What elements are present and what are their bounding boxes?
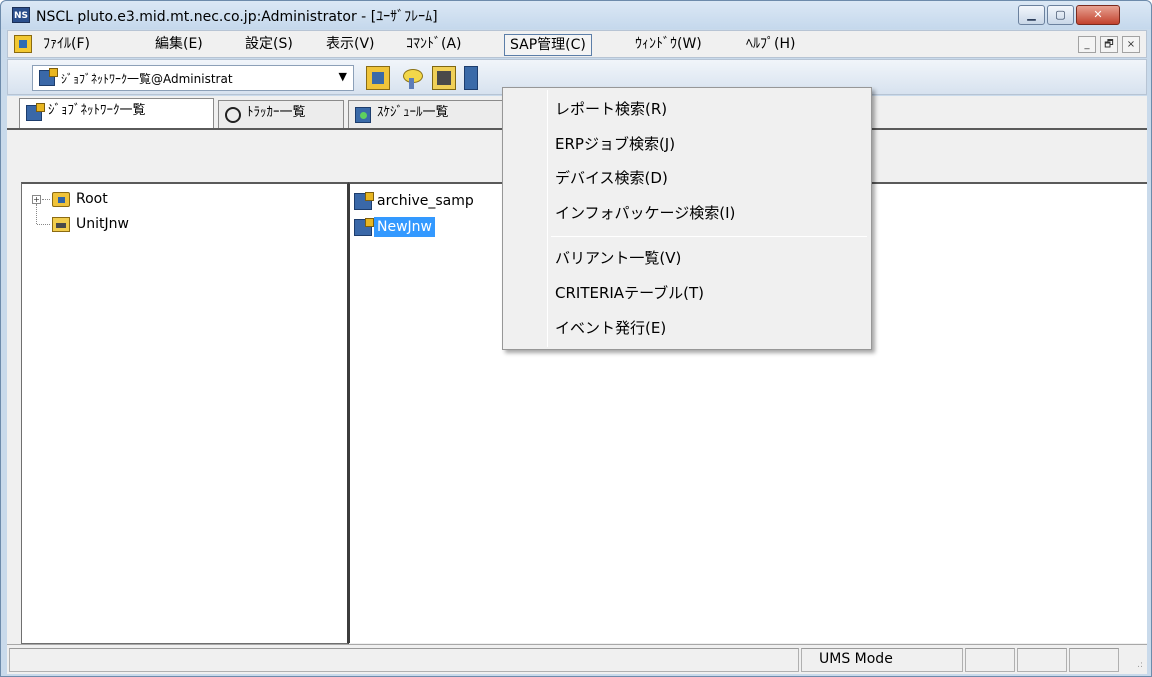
tab-label: ｼﾞｮﾌﾞﾈｯﾄﾜｰｸ一覧 (48, 103, 146, 118)
list-item-selected[interactable]: NewJnw (354, 217, 435, 239)
menu-item-criteria-table[interactable]: CRITERIAテーブル(T) (555, 280, 704, 306)
chevron-down-icon[interactable]: ▼ (339, 70, 347, 83)
mdi-restore-button[interactable]: 🗗 (1100, 36, 1118, 53)
status-bar: UMS Mode .: (7, 644, 1147, 674)
view-selector-combo[interactable]: ｼﾞｮﾌﾞﾈｯﾄﾜｰｸ一覧@Administrat ▼ (32, 65, 354, 91)
key-icon[interactable] (400, 66, 424, 90)
minimize-icon: ▁ (1027, 8, 1036, 21)
maximize-button[interactable]: ▢ (1047, 5, 1074, 25)
schedule-icon (355, 107, 371, 123)
close-icon: ✕ (1093, 8, 1103, 21)
tree-connector (36, 204, 37, 224)
tree-connector (37, 224, 50, 225)
tree-node-label: Root (76, 191, 108, 207)
status-mode-text: UMS Mode (819, 651, 893, 667)
tree-expand-icon[interactable]: + (32, 195, 41, 204)
tab-jobnetwork-list[interactable]: ｼﾞｮﾌﾞﾈｯﾄﾜｰｸ一覧 (19, 98, 214, 128)
menu-icon-gutter (547, 90, 548, 347)
mdi-minimize-button[interactable]: _ (1078, 36, 1096, 53)
menu-bar: ﾌｧｲﾙ(F) 編集(E) 設定(S) 表示(V) ｺﾏﾝﾄﾞ(A) SAP管理… (7, 30, 1147, 58)
jobnetwork-icon (39, 68, 58, 86)
status-pane (1017, 648, 1067, 672)
menu-settings[interactable]: 設定(S) (240, 34, 298, 56)
window-title: NSCL pluto.e3.mid.mt.nec.co.jp:Administr… (36, 9, 438, 25)
sap-management-menu: レポート検索(R) ERPジョブ検索(J) デバイス検索(D) インフォパッケー… (502, 87, 872, 350)
tree-connector (42, 199, 50, 200)
list-item-label: NewJnw (374, 217, 435, 237)
menu-view[interactable]: 表示(V) (321, 34, 380, 56)
resize-grip-icon[interactable]: .: (1137, 660, 1143, 670)
app-window: NS NSCL pluto.e3.mid.mt.nec.co.jp:Admini… (0, 0, 1152, 677)
tree-node-label: UnitJnw (76, 216, 129, 232)
jobnetwork-icon (354, 218, 374, 236)
list-item[interactable]: archive_samp (354, 191, 477, 213)
list-item-label: archive_samp (377, 193, 474, 209)
title-bar[interactable]: NS NSCL pluto.e3.mid.mt.nec.co.jp:Admini… (1, 1, 1151, 29)
menu-sap-management[interactable]: SAP管理(C) (504, 34, 592, 56)
minimize-button[interactable]: ▁ (1018, 5, 1045, 25)
tracker-icon (225, 107, 241, 123)
app-logo-icon: NS (12, 7, 30, 23)
menu-window[interactable]: ｳｨﾝﾄﾞｳ(W) (630, 34, 707, 56)
calendar-icon[interactable] (432, 66, 456, 90)
menu-edit[interactable]: 編集(E) (150, 34, 208, 56)
tab-label: ﾄﾗｯｶｰ一覧 (247, 105, 306, 120)
child-window-icon[interactable] (14, 35, 32, 53)
jobnetwork-icon (354, 192, 374, 210)
menu-item-report-search[interactable]: レポート検索(R) (555, 96, 667, 122)
menu-item-device-search[interactable]: デバイス検索(D) (555, 165, 668, 191)
tab-label: ｽｹｼﾞｭｰﾙ一覧 (377, 105, 449, 120)
folder-icon (52, 192, 70, 207)
tab-tracker-list[interactable]: ﾄﾗｯｶｰ一覧 (218, 100, 344, 128)
maximize-icon: ▢ (1055, 8, 1066, 21)
status-pane-main (9, 648, 799, 672)
close-button[interactable]: ✕ (1076, 5, 1120, 25)
mdi-close-button[interactable]: × (1122, 36, 1140, 53)
sap-icon[interactable] (464, 66, 478, 90)
status-pane (965, 648, 1015, 672)
combo-value: ｼﾞｮﾌﾞﾈｯﾄﾜｰｸ一覧@Administrat (61, 72, 233, 86)
menu-item-variant-list[interactable]: バリアント一覧(V) (555, 245, 681, 271)
tab-schedule-list[interactable]: ｽｹｼﾞｭｰﾙ一覧 (348, 100, 503, 128)
status-pane (1069, 648, 1119, 672)
menu-item-erp-job-search[interactable]: ERPジョブ検索(J) (555, 131, 675, 157)
unit-icon (52, 217, 70, 232)
menu-file[interactable]: ﾌｧｲﾙ(F) (38, 34, 95, 56)
menu-item-event-issue[interactable]: イベント発行(E) (555, 315, 666, 341)
menu-separator (551, 236, 867, 237)
jobnetwork-icon (26, 103, 45, 121)
open-jobnetwork-icon[interactable] (366, 66, 390, 90)
menu-item-infopackage-search[interactable]: インフォパッケージ検索(I) (555, 200, 735, 226)
menu-help[interactable]: ﾍﾙﾌﾟ(H) (741, 34, 800, 56)
menu-command[interactable]: ｺﾏﾝﾄﾞ(A) (401, 34, 467, 56)
tree-pane[interactable]: + Root UnitJnw (21, 182, 349, 644)
